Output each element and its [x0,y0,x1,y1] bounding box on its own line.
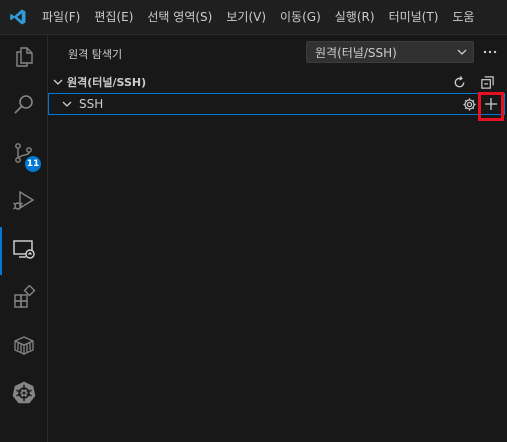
panel-title: 원격 탐색기 [68,48,123,61]
menu-view[interactable]: 보기(V) [219,0,273,35]
activity-bar: 11 [0,35,48,442]
menu-items: 파일(F) 편집(E) 선택 영역(S) 보기(V) 이동(G) 실행(R) 터… [35,0,481,35]
gear-icon[interactable] [458,94,480,114]
more-actions-icon[interactable] [480,42,500,62]
search-icon [12,93,36,121]
section-header[interactable]: 원격(터널/SSH) [48,71,507,93]
activity-explorer[interactable] [0,35,48,83]
menu-bar: 파일(F) 편집(E) 선택 영역(S) 보기(V) 이동(G) 실행(R) 터… [0,0,507,35]
vscode-window: 파일(F) 편집(E) 선택 영역(S) 보기(V) 이동(G) 실행(R) 터… [0,0,507,442]
activity-extensions[interactable] [0,275,48,323]
menu-selection[interactable]: 선택 영역(S) [140,0,219,35]
remote-type-select-value: 원격(터널/SSH) [315,45,397,60]
chevron-down-icon [451,46,473,58]
panel-header: 원격 탐색기 원격(터널/SSH) [48,35,507,70]
remote-explorer-panel: 원격 탐색기 원격(터널/SSH) 원격(터널/SSH) SSH [48,35,507,442]
menu-edit[interactable]: 편집(E) [87,0,140,35]
run-debug-icon [12,189,36,217]
extensions-icon [12,284,36,313]
menu-file[interactable]: 파일(F) [35,0,87,35]
box-icon [12,333,36,361]
menu-help[interactable]: 도움 [445,0,481,35]
chevron-down-icon [52,76,64,88]
remote-type-select[interactable]: 원격(터널/SSH) [306,41,474,63]
ssh-tree-label: SSH [79,97,104,111]
section-actions [449,72,497,92]
kubernetes-icon [11,380,37,410]
menu-terminal[interactable]: 터미널(T) [382,0,446,35]
activity-containers[interactable] [0,323,48,371]
source-control-badge: 11 [25,156,41,172]
vscode-logo-icon [0,0,35,35]
chevron-down-icon [61,98,73,110]
activity-kubernetes[interactable] [0,371,48,419]
refresh-icon[interactable] [449,72,469,92]
activity-search[interactable] [0,83,48,131]
activity-run-debug[interactable] [0,179,48,227]
menu-run[interactable]: 실행(R) [328,0,382,35]
collapse-all-icon[interactable] [477,72,497,92]
activity-source-control[interactable]: 11 [0,131,48,179]
activity-remote-explorer[interactable] [0,227,48,275]
menu-go[interactable]: 이동(G) [273,0,328,35]
ssh-tree-item[interactable]: SSH [48,93,505,115]
section-title: 원격(터널/SSH) [67,76,147,89]
files-icon [12,45,36,73]
highlight-box [478,92,504,121]
remote-explorer-icon [12,237,36,265]
